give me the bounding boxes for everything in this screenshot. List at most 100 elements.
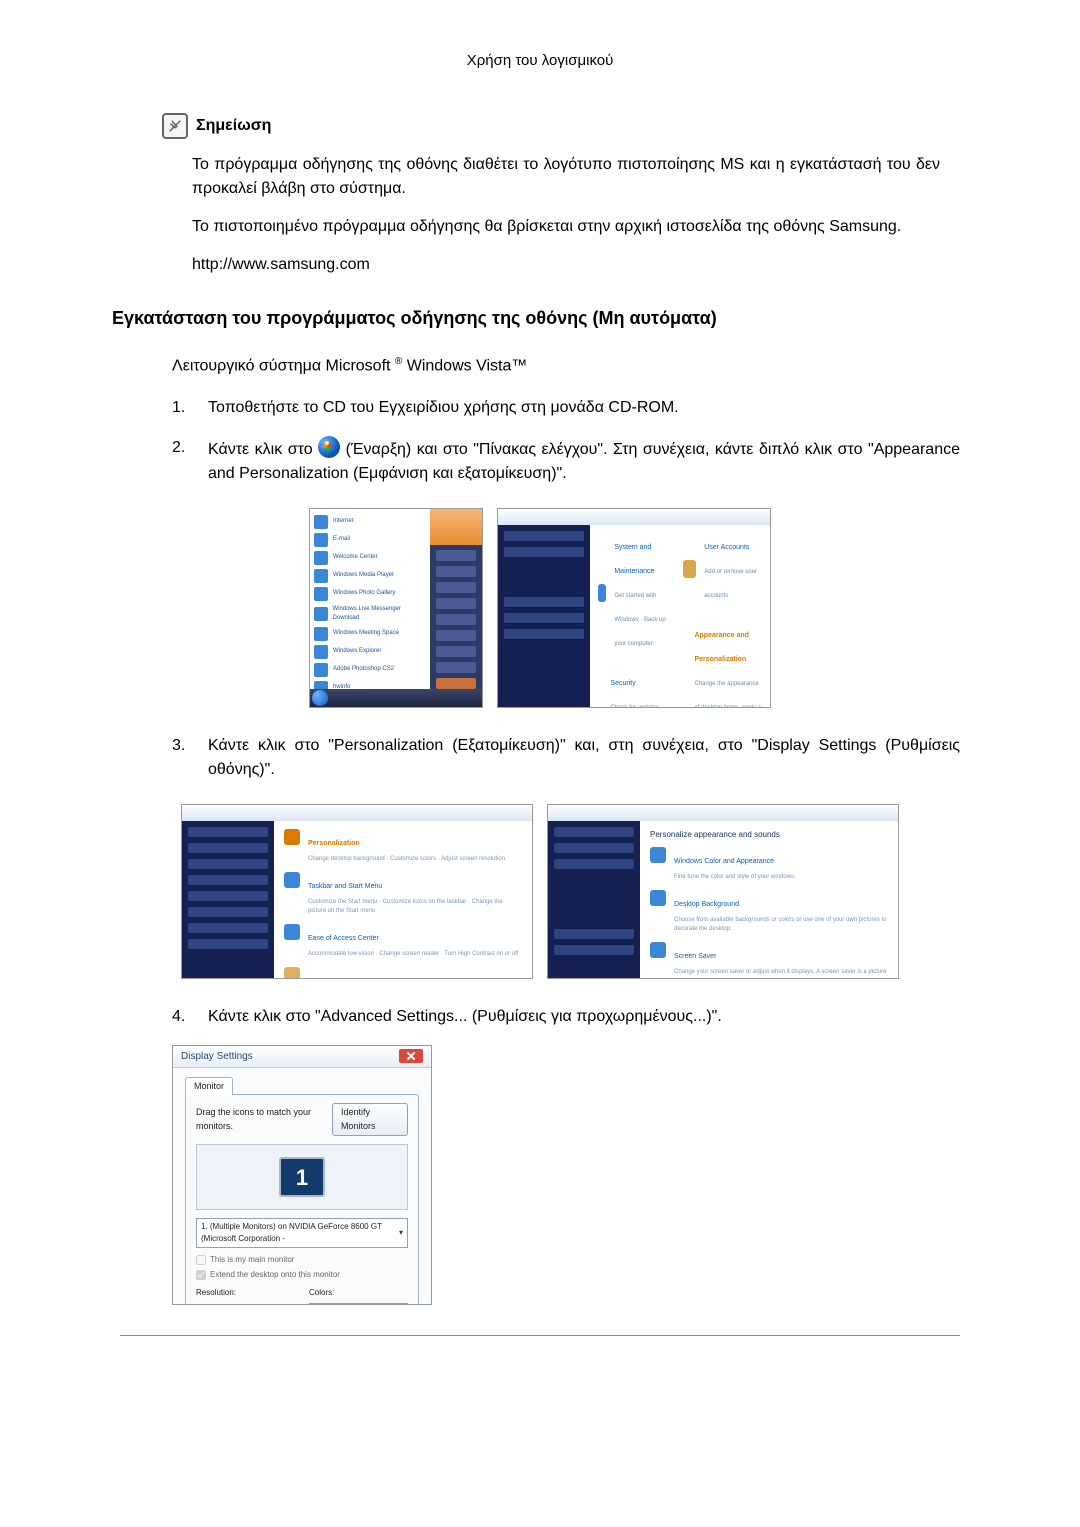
control-panel-content: System and Maintenance Get started with W… bbox=[590, 525, 770, 707]
item-icon bbox=[650, 890, 666, 906]
appearance-panel-screenshot: PersonalizationChange desktop background… bbox=[181, 804, 533, 979]
taskbar bbox=[310, 689, 482, 707]
os-line: Λειτουργικό σύστημα Microsoft ® Windows … bbox=[172, 354, 960, 378]
section-title: Εγκατάσταση του προγράμματος οδήγησης τη… bbox=[112, 305, 960, 332]
app-icon bbox=[314, 645, 328, 659]
display-device-select[interactable]: 1. (Multiple Monitors) on NVIDIA GeForce… bbox=[196, 1218, 408, 1248]
main-monitor-checkbox: This is my main monitor bbox=[196, 1254, 408, 1266]
item-icon bbox=[284, 829, 300, 845]
personalization-panel-screenshot: Personalize appearance and sounds Window… bbox=[547, 804, 899, 979]
item-sub: Accommodate low vision · Change screen r… bbox=[308, 950, 518, 959]
personalization-content: Personalize appearance and sounds Window… bbox=[640, 821, 898, 978]
start-menu-left-pane: Internet E-mail Welcome Center Windows M… bbox=[310, 509, 430, 707]
start-right-item bbox=[436, 582, 476, 593]
start-menu-right-pane bbox=[430, 509, 482, 689]
start-right-item bbox=[436, 614, 476, 625]
cp-sub: Change the appearance of desktop items, … bbox=[694, 681, 760, 708]
item-title: Screen Saver bbox=[674, 953, 716, 960]
category-icon bbox=[683, 560, 696, 578]
step2-before: Κάντε κλικ στο bbox=[208, 441, 318, 458]
start-right-control-panel bbox=[436, 678, 476, 689]
item-title: Taskbar and Start Menu bbox=[308, 883, 382, 890]
identify-monitors-button[interactable]: Identify Monitors bbox=[332, 1103, 408, 1136]
item-title: Windows Color and Appearance bbox=[674, 858, 774, 865]
appearance-panel-content: PersonalizationChange desktop background… bbox=[274, 821, 532, 978]
colors-select[interactable]: Highest (32 bit) ▾ bbox=[309, 1303, 408, 1305]
cp-category: System and Maintenance bbox=[614, 544, 654, 575]
item-sub: Customize the Start menu · Customize ico… bbox=[308, 898, 522, 916]
cp-appearance-personalization: Appearance and Personalization bbox=[694, 632, 748, 663]
resolution-label: Resolution: bbox=[196, 1287, 295, 1299]
start-orb-icon bbox=[318, 436, 340, 458]
app-icon bbox=[314, 551, 328, 565]
note-paragraph-1: Το πρόγραμμα οδήγησης της οθόνης διαθέτε… bbox=[192, 153, 940, 201]
step-number: 4. bbox=[172, 1005, 190, 1029]
cp-sub: Check for updates · Check this computer'… bbox=[610, 705, 673, 708]
item-sub: Fine tune the color and style of your wi… bbox=[674, 873, 796, 882]
samsung-url: http://www.samsung.com bbox=[192, 253, 960, 277]
extend-desktop-checkbox: Extend the desktop onto this monitor bbox=[196, 1269, 408, 1281]
item-icon bbox=[284, 872, 300, 888]
step-4: 4. Κάντε κλικ στο "Advanced Settings... … bbox=[172, 1005, 960, 1029]
start-orb-icon bbox=[312, 690, 328, 706]
note-paragraph-2: Το πιστοποιημένο πρόγραμμα οδήγησης θα β… bbox=[192, 215, 940, 239]
start-right-item bbox=[436, 630, 476, 641]
device-name: 1. (Multiple Monitors) on NVIDIA GeForce… bbox=[201, 1221, 399, 1245]
app-icon bbox=[314, 515, 328, 529]
close-icon[interactable] bbox=[399, 1049, 423, 1063]
page-header-title: Χρήση του λογισμικού bbox=[120, 50, 960, 73]
cp-sub: Add or remove user accounts bbox=[704, 569, 757, 599]
os-prefix: Λειτουργικό σύστημα Microsoft bbox=[172, 357, 395, 374]
step-text: Τοποθετήστε το CD του Εγχειρίδιου χρήσης… bbox=[208, 396, 960, 420]
window-titlebar bbox=[548, 805, 898, 821]
start-item: Windows Explorer bbox=[333, 647, 381, 656]
slider-knob[interactable] bbox=[240, 1304, 248, 1305]
tasks-sidebar bbox=[182, 821, 274, 978]
step-number: 3. bbox=[172, 734, 190, 782]
resolution-slider[interactable]: Low High bbox=[196, 1303, 295, 1305]
slider-low: Low bbox=[196, 1303, 211, 1305]
checkbox bbox=[196, 1270, 206, 1280]
item-icon bbox=[650, 942, 666, 958]
checkbox-label: Extend the desktop onto this monitor bbox=[210, 1269, 340, 1281]
start-right-item bbox=[436, 646, 476, 657]
monitor-icon-1[interactable]: 1 bbox=[279, 1157, 325, 1197]
item-icon bbox=[284, 967, 300, 979]
step-1: 1. Τοποθετήστε το CD του Εγχειρίδιου χρή… bbox=[172, 396, 960, 420]
step-text: Κάντε κλικ στο "Personalization (Εξατομί… bbox=[208, 734, 960, 782]
checkbox bbox=[196, 1255, 206, 1265]
app-icon bbox=[314, 607, 328, 621]
start-item: Windows Photo Gallery bbox=[333, 589, 395, 598]
colors-label: Colors: bbox=[309, 1287, 408, 1299]
checkbox-label: This is my main monitor bbox=[210, 1254, 294, 1266]
window-titlebar bbox=[182, 805, 532, 821]
step-number: 2. bbox=[172, 436, 190, 486]
start-item: Adobe Photoshop CS2 bbox=[333, 665, 394, 674]
step-text: Κάντε κλικ στο "Advanced Settings... (Ρυ… bbox=[208, 1005, 960, 1029]
step2-screenshot-row: Internet E-mail Welcome Center Windows M… bbox=[120, 508, 960, 708]
cp-sub: Get started with Windows · Back up your … bbox=[614, 593, 665, 647]
start-menu-screenshot: Internet E-mail Welcome Center Windows M… bbox=[309, 508, 483, 708]
item-sub: Choose from available backgrounds or col… bbox=[674, 916, 888, 934]
slider-high: High bbox=[279, 1303, 295, 1305]
app-icon bbox=[314, 587, 328, 601]
user-tile bbox=[430, 509, 482, 545]
note-label: Σημείωση bbox=[196, 114, 271, 138]
cp-category: User Accounts bbox=[704, 544, 749, 551]
app-icon bbox=[314, 663, 328, 677]
item-icon bbox=[650, 847, 666, 863]
drag-instruction: Drag the icons to match your monitors. bbox=[196, 1106, 332, 1133]
item-title: Folder Options bbox=[308, 978, 354, 979]
start-item: Welcome Center bbox=[333, 553, 378, 562]
start-right-item bbox=[436, 566, 476, 577]
tasks-sidebar bbox=[548, 821, 640, 978]
monitor-arrangement-preview[interactable]: 1 bbox=[196, 1144, 408, 1210]
category-icon bbox=[598, 584, 606, 602]
chevron-down-icon: ▾ bbox=[399, 1227, 403, 1239]
tab-monitor[interactable]: Monitor bbox=[185, 1077, 233, 1096]
note-row: Σημείωση bbox=[162, 113, 960, 139]
step-2: 2. Κάντε κλικ στο (Έναρξη) και στο "Πίνα… bbox=[172, 436, 960, 486]
cp-category: Security bbox=[610, 680, 635, 687]
control-panel-screenshot: System and Maintenance Get started with W… bbox=[497, 508, 771, 708]
start-item: Internet bbox=[333, 517, 353, 526]
